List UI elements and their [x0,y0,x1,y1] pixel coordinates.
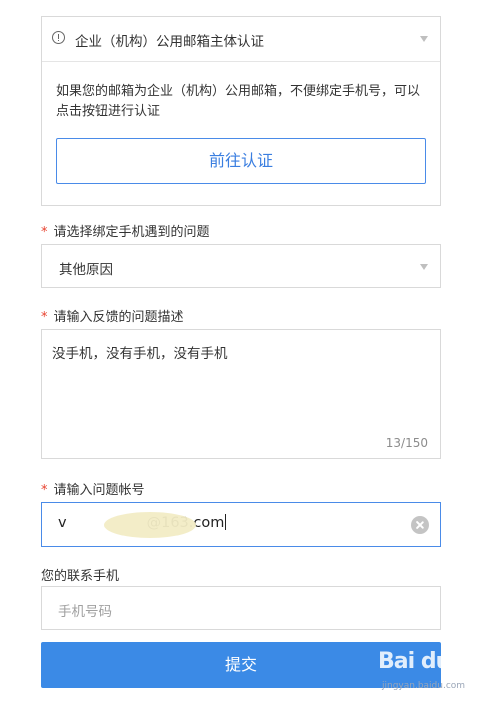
problem-select[interactable]: 其他原因 [41,244,441,288]
description-label-text: 请输入反馈的问题描述 [53,310,184,325]
clear-icon[interactable] [411,516,429,534]
description-value: 没手机，没有手机，没有手机 [52,346,228,362]
text-cursor [225,514,227,530]
redaction-mark [104,512,196,538]
character-counter: 13/150 [385,436,428,450]
description-textarea[interactable]: 没手机，没有手机，没有手机 13/150 [41,329,441,459]
chevron-down-icon[interactable] [420,36,428,42]
required-mark: * [41,225,48,240]
info-icon [52,31,65,44]
verification-panel-title: 企业（机构）公用邮箱主体认证 [75,34,264,50]
description-label: * 请输入反馈的问题描述 [41,306,184,325]
verification-panel-header[interactable]: 企业（机构）公用邮箱主体认证 [42,17,440,62]
phone-label: 您的联系手机 [41,569,120,584]
problem-label-text: 请选择绑定手机遇到的问题 [53,225,210,240]
watermark-url: jingyan.baidu.com [382,681,466,691]
required-mark: * [41,310,48,325]
required-mark: * [41,483,48,498]
public-mailbox-verification-panel: 企业（机构）公用邮箱主体认证 如果您的邮箱为企业（机构）公用邮箱，不便绑定手机号… [41,16,441,206]
account-label-text: 请输入问题帐号 [53,483,145,498]
account-label: * 请输入问题帐号 [41,479,145,498]
account-value-prefix: v [58,515,67,531]
account-input[interactable]: v@163.com [41,502,441,547]
chevron-down-icon[interactable] [420,264,428,270]
problem-selected-value: 其他原因 [59,262,113,278]
baidu-jingyan-watermark: Bai du 经验 [378,649,478,674]
go-verify-button[interactable]: 前往认证 [56,138,426,184]
watermark-logo: Bai du [378,649,451,674]
verification-description: 如果您的邮箱为企业（机构）公用邮箱，不便绑定手机号，可以点击按钮进行认证 [56,84,421,119]
watermark-product: 经验 [452,657,479,672]
phone-input[interactable]: 手机号码 [41,586,441,630]
problem-select-label: * 请选择绑定手机遇到的问题 [41,221,210,240]
phone-placeholder: 手机号码 [58,604,112,620]
